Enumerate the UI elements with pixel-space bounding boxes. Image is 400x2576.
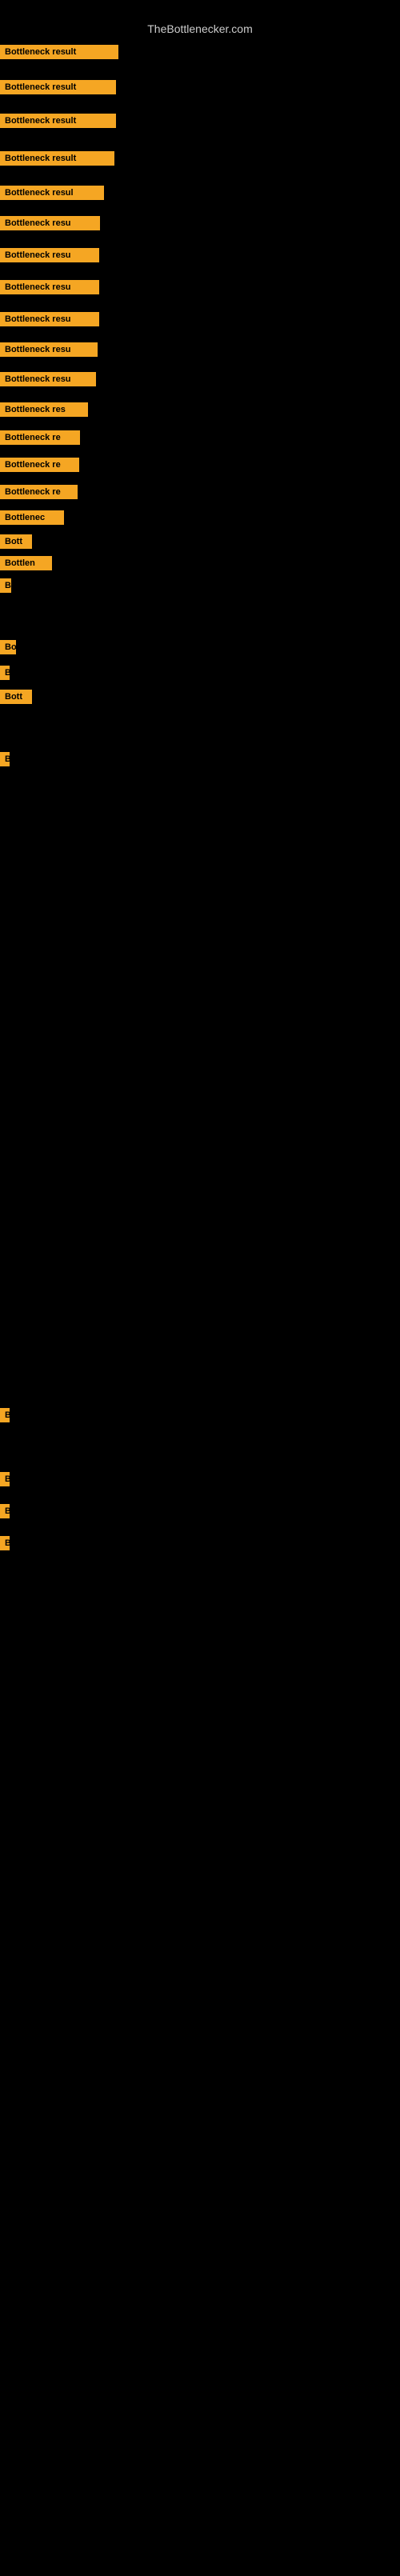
bottleneck-result-badge: Bottleneck res (0, 402, 88, 417)
bottleneck-result-badge: Bottleneck re (0, 430, 80, 445)
bottleneck-result-badge: Bottlen (0, 556, 52, 570)
bottleneck-result-badge: Bottleneck result (0, 114, 116, 128)
bottleneck-result-badge: Bottleneck resul (0, 186, 104, 200)
bottleneck-result-badge: Bottleneck result (0, 80, 116, 94)
bottleneck-result-badge: Bottleneck resu (0, 248, 99, 262)
bottleneck-result-badge: B (0, 1408, 10, 1422)
bottleneck-result-badge: B (0, 1504, 10, 1518)
bottleneck-result-badge: B (0, 1472, 10, 1486)
bottleneck-result-badge: Bott (0, 534, 32, 549)
bottleneck-result-badge: Bottleneck resu (0, 312, 99, 326)
bottleneck-result-badge: Bottleneck re (0, 485, 78, 499)
bottleneck-result-badge: Bo (0, 640, 16, 654)
bottleneck-result-badge: Bottleneck resu (0, 342, 98, 357)
bottleneck-result-badge: B (0, 752, 10, 766)
bottleneck-result-badge: B (0, 578, 11, 593)
bottleneck-result-badge: B (0, 666, 10, 680)
bottleneck-result-badge: B (0, 1536, 10, 1550)
bottleneck-result-badge: Bottleneck re (0, 458, 79, 472)
bottleneck-result-badge: Bottleneck result (0, 151, 114, 166)
bottleneck-result-badge: Bottleneck resu (0, 216, 100, 230)
bottleneck-result-badge: Bottlenec (0, 510, 64, 525)
bottleneck-result-badge: Bottleneck resu (0, 372, 96, 386)
bottleneck-result-badge: Bottleneck resu (0, 280, 99, 294)
bottleneck-result-badge: Bott (0, 690, 32, 704)
bottleneck-result-badge: Bottleneck result (0, 45, 118, 59)
